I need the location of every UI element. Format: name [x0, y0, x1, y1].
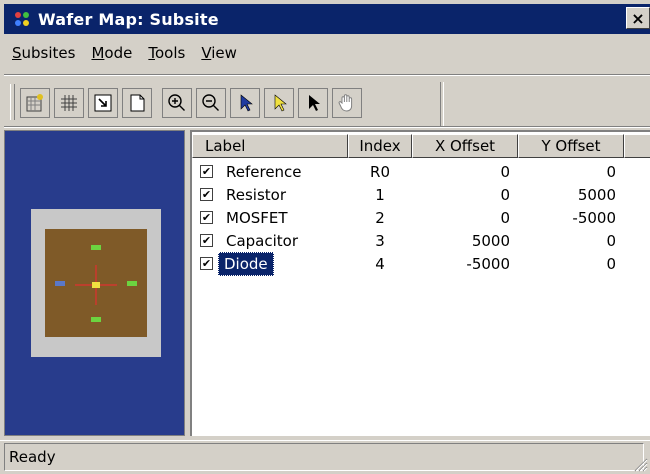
row-y-offset: 0: [606, 255, 616, 273]
column-header-y-offset[interactable]: Y Offset: [518, 134, 624, 158]
subsite-preview-panel[interactable]: [4, 130, 185, 436]
preview-die: [45, 229, 147, 337]
row-x-offset: 0: [500, 186, 510, 204]
zoom-in-button[interactable]: [162, 88, 192, 118]
row-index: R0: [370, 163, 390, 181]
close-button[interactable]: ×: [626, 7, 650, 29]
grid-icon: [61, 95, 77, 111]
new-document-icon: [130, 94, 145, 112]
column-header-filler: [624, 134, 650, 158]
yellow-arrow-icon: [274, 94, 287, 112]
menu-bar: Subsites Mode Tools View: [4, 38, 245, 68]
grid-button[interactable]: [54, 88, 84, 118]
close-icon: ×: [631, 8, 645, 28]
wafer-map-window: Wafer Map: Subsite × Subsites Mode Tools…: [0, 0, 650, 474]
list-item[interactable]: ✔ Capacitor 3 5000 0: [192, 229, 650, 253]
resistor-marker: [91, 245, 101, 250]
menu-divider: [4, 74, 650, 76]
row-y-offset: 0: [606, 163, 616, 181]
row-index: 2: [375, 209, 385, 227]
row-x-offset: 0: [500, 163, 510, 181]
row-label[interactable]: Diode: [218, 252, 274, 276]
list-item[interactable]: ✔ Resistor 1 0 5000: [192, 183, 650, 207]
row-checkbox[interactable]: ✔: [200, 165, 213, 178]
row-label[interactable]: Capacitor: [220, 229, 304, 253]
column-header-x-offset[interactable]: X Offset: [412, 134, 518, 158]
black-arrow-button[interactable]: [298, 88, 328, 118]
row-x-offset: 0: [500, 209, 510, 227]
list-item[interactable]: ✔ Reference R0 0 0: [192, 160, 650, 184]
status-bar: Ready: [0, 440, 650, 474]
row-label[interactable]: Reference: [220, 160, 308, 184]
row-index: 4: [375, 255, 385, 273]
wafer-app-icon: [15, 12, 29, 26]
menu-view[interactable]: View: [193, 44, 245, 62]
row-checkbox[interactable]: ✔: [200, 234, 213, 247]
toolbar-divider: [4, 126, 650, 128]
diode-marker: [55, 281, 65, 286]
hand-pan-button[interactable]: [332, 88, 362, 118]
column-header-label[interactable]: Label: [192, 134, 348, 158]
black-arrow-icon: [309, 95, 320, 111]
row-index: 1: [375, 186, 385, 204]
row-checkbox[interactable]: ✔: [200, 211, 213, 224]
mosfet-marker: [91, 317, 101, 322]
menu-mode[interactable]: Mode: [83, 44, 140, 62]
select-arrow-icon: [240, 94, 253, 112]
row-y-offset: 5000: [577, 186, 616, 204]
row-checkbox[interactable]: ✔: [200, 257, 213, 270]
capacitor-marker: [127, 281, 137, 286]
row-label[interactable]: MOSFET: [220, 206, 294, 230]
row-x-offset: -5000: [466, 255, 510, 273]
toolbar-grip[interactable]: [10, 84, 15, 120]
import-button[interactable]: [88, 88, 118, 118]
import-icon: [94, 94, 112, 112]
status-text: Ready: [4, 443, 644, 471]
toolbar-end-divider: [440, 82, 444, 126]
zoom-in-icon: [168, 94, 185, 111]
row-x-offset: 5000: [471, 232, 510, 250]
toolbar: [20, 84, 366, 122]
title-bar[interactable]: Wafer Map: Subsite ×: [4, 4, 650, 34]
row-y-offset: 0: [606, 232, 616, 250]
add-subsite-icon: [26, 94, 43, 112]
new-document-button[interactable]: [122, 88, 152, 118]
preview-plate: [31, 209, 161, 357]
list-item[interactable]: ✔ MOSFET 2 0 -5000: [192, 206, 650, 230]
list-item[interactable]: ✔ Diode 4 -5000 0: [192, 252, 650, 276]
subsite-list[interactable]: Label Index X Offset Y Offset ✔ Reference…: [190, 130, 650, 436]
row-y-offset: -5000: [572, 209, 616, 227]
hand-pan-icon: [338, 94, 353, 112]
yellow-arrow-button[interactable]: [264, 88, 294, 118]
reference-crosshair-icon: [75, 265, 117, 305]
zoom-out-button[interactable]: [196, 88, 226, 118]
menu-tools[interactable]: Tools: [140, 44, 193, 62]
window-title: Wafer Map: Subsite: [38, 9, 219, 29]
row-checkbox[interactable]: ✔: [200, 188, 213, 201]
select-arrow-button[interactable]: [230, 88, 260, 118]
menu-subsites[interactable]: Subsites: [4, 44, 83, 62]
column-header-index[interactable]: Index: [348, 134, 412, 158]
zoom-out-icon: [202, 94, 219, 111]
row-index: 3: [375, 232, 385, 250]
add-subsite-button[interactable]: [20, 88, 50, 118]
resize-grip-icon[interactable]: [632, 456, 648, 472]
row-label[interactable]: Resistor: [220, 183, 292, 207]
